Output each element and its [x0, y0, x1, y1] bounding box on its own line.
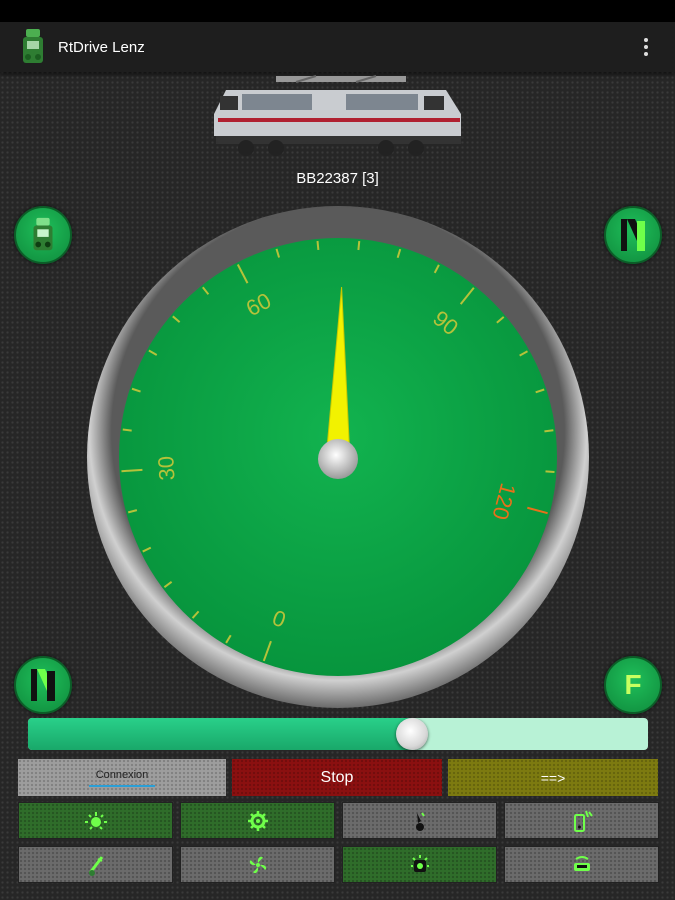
function-button-cabin-light[interactable] — [342, 846, 497, 883]
horn-icon — [415, 811, 425, 831]
throttle-slider[interactable] — [28, 718, 648, 750]
throttle-fill — [28, 718, 413, 750]
turnout-button-top[interactable] — [604, 206, 662, 264]
minor-tick — [316, 240, 320, 251]
locomotive-icon — [33, 217, 53, 251]
headlight-icon — [84, 811, 107, 830]
fan-icon — [249, 856, 266, 873]
status-bar — [0, 0, 675, 22]
turnout-button-bottom[interactable] — [14, 656, 72, 714]
cabin-light-icon — [410, 854, 429, 872]
turnout-icon — [621, 219, 645, 251]
overflow-menu-icon[interactable] — [635, 36, 657, 58]
speed-tick-label: 30 — [153, 455, 180, 481]
turnout-icon — [31, 669, 55, 701]
minor-tick — [545, 470, 555, 473]
stop-button[interactable]: Stop — [232, 759, 442, 796]
app-bar: RtDrive Lenz — [0, 22, 675, 72]
function-button-coupler[interactable] — [18, 846, 173, 883]
needle-hub — [318, 439, 358, 479]
phone-sound-icon — [573, 810, 593, 832]
connect-label: Connexion — [95, 768, 149, 781]
app-title: RtDrive Lenz — [58, 38, 145, 56]
connect-underline — [89, 784, 155, 787]
function-button-headlight[interactable] — [18, 802, 173, 839]
function-button-fan[interactable] — [180, 846, 335, 883]
electric-locomotive-image — [214, 75, 461, 156]
connect-button[interactable]: Connexion — [18, 759, 226, 796]
functions-button[interactable]: F — [604, 656, 662, 714]
locomotive-select-button[interactable] — [14, 206, 72, 264]
speedometer: 0306090120 — [87, 206, 589, 708]
direction-button[interactable]: ==> — [448, 759, 658, 796]
locomotive-icon — [23, 29, 43, 63]
gear-icon — [247, 810, 268, 831]
shunting-icon — [573, 855, 590, 871]
minor-tick — [122, 428, 132, 432]
function-button-shunting[interactable] — [504, 846, 659, 883]
function-button-phone-sound[interactable] — [504, 802, 659, 839]
minor-tick — [544, 429, 554, 433]
coupler-icon — [88, 855, 103, 876]
function-button-horn[interactable] — [342, 802, 497, 839]
function-button-gear[interactable] — [180, 802, 335, 839]
minor-tick — [357, 240, 361, 251]
locomotive-name: BB22387 [3] — [296, 170, 379, 187]
throttle-thumb[interactable] — [396, 718, 429, 750]
major-tick — [121, 468, 143, 473]
